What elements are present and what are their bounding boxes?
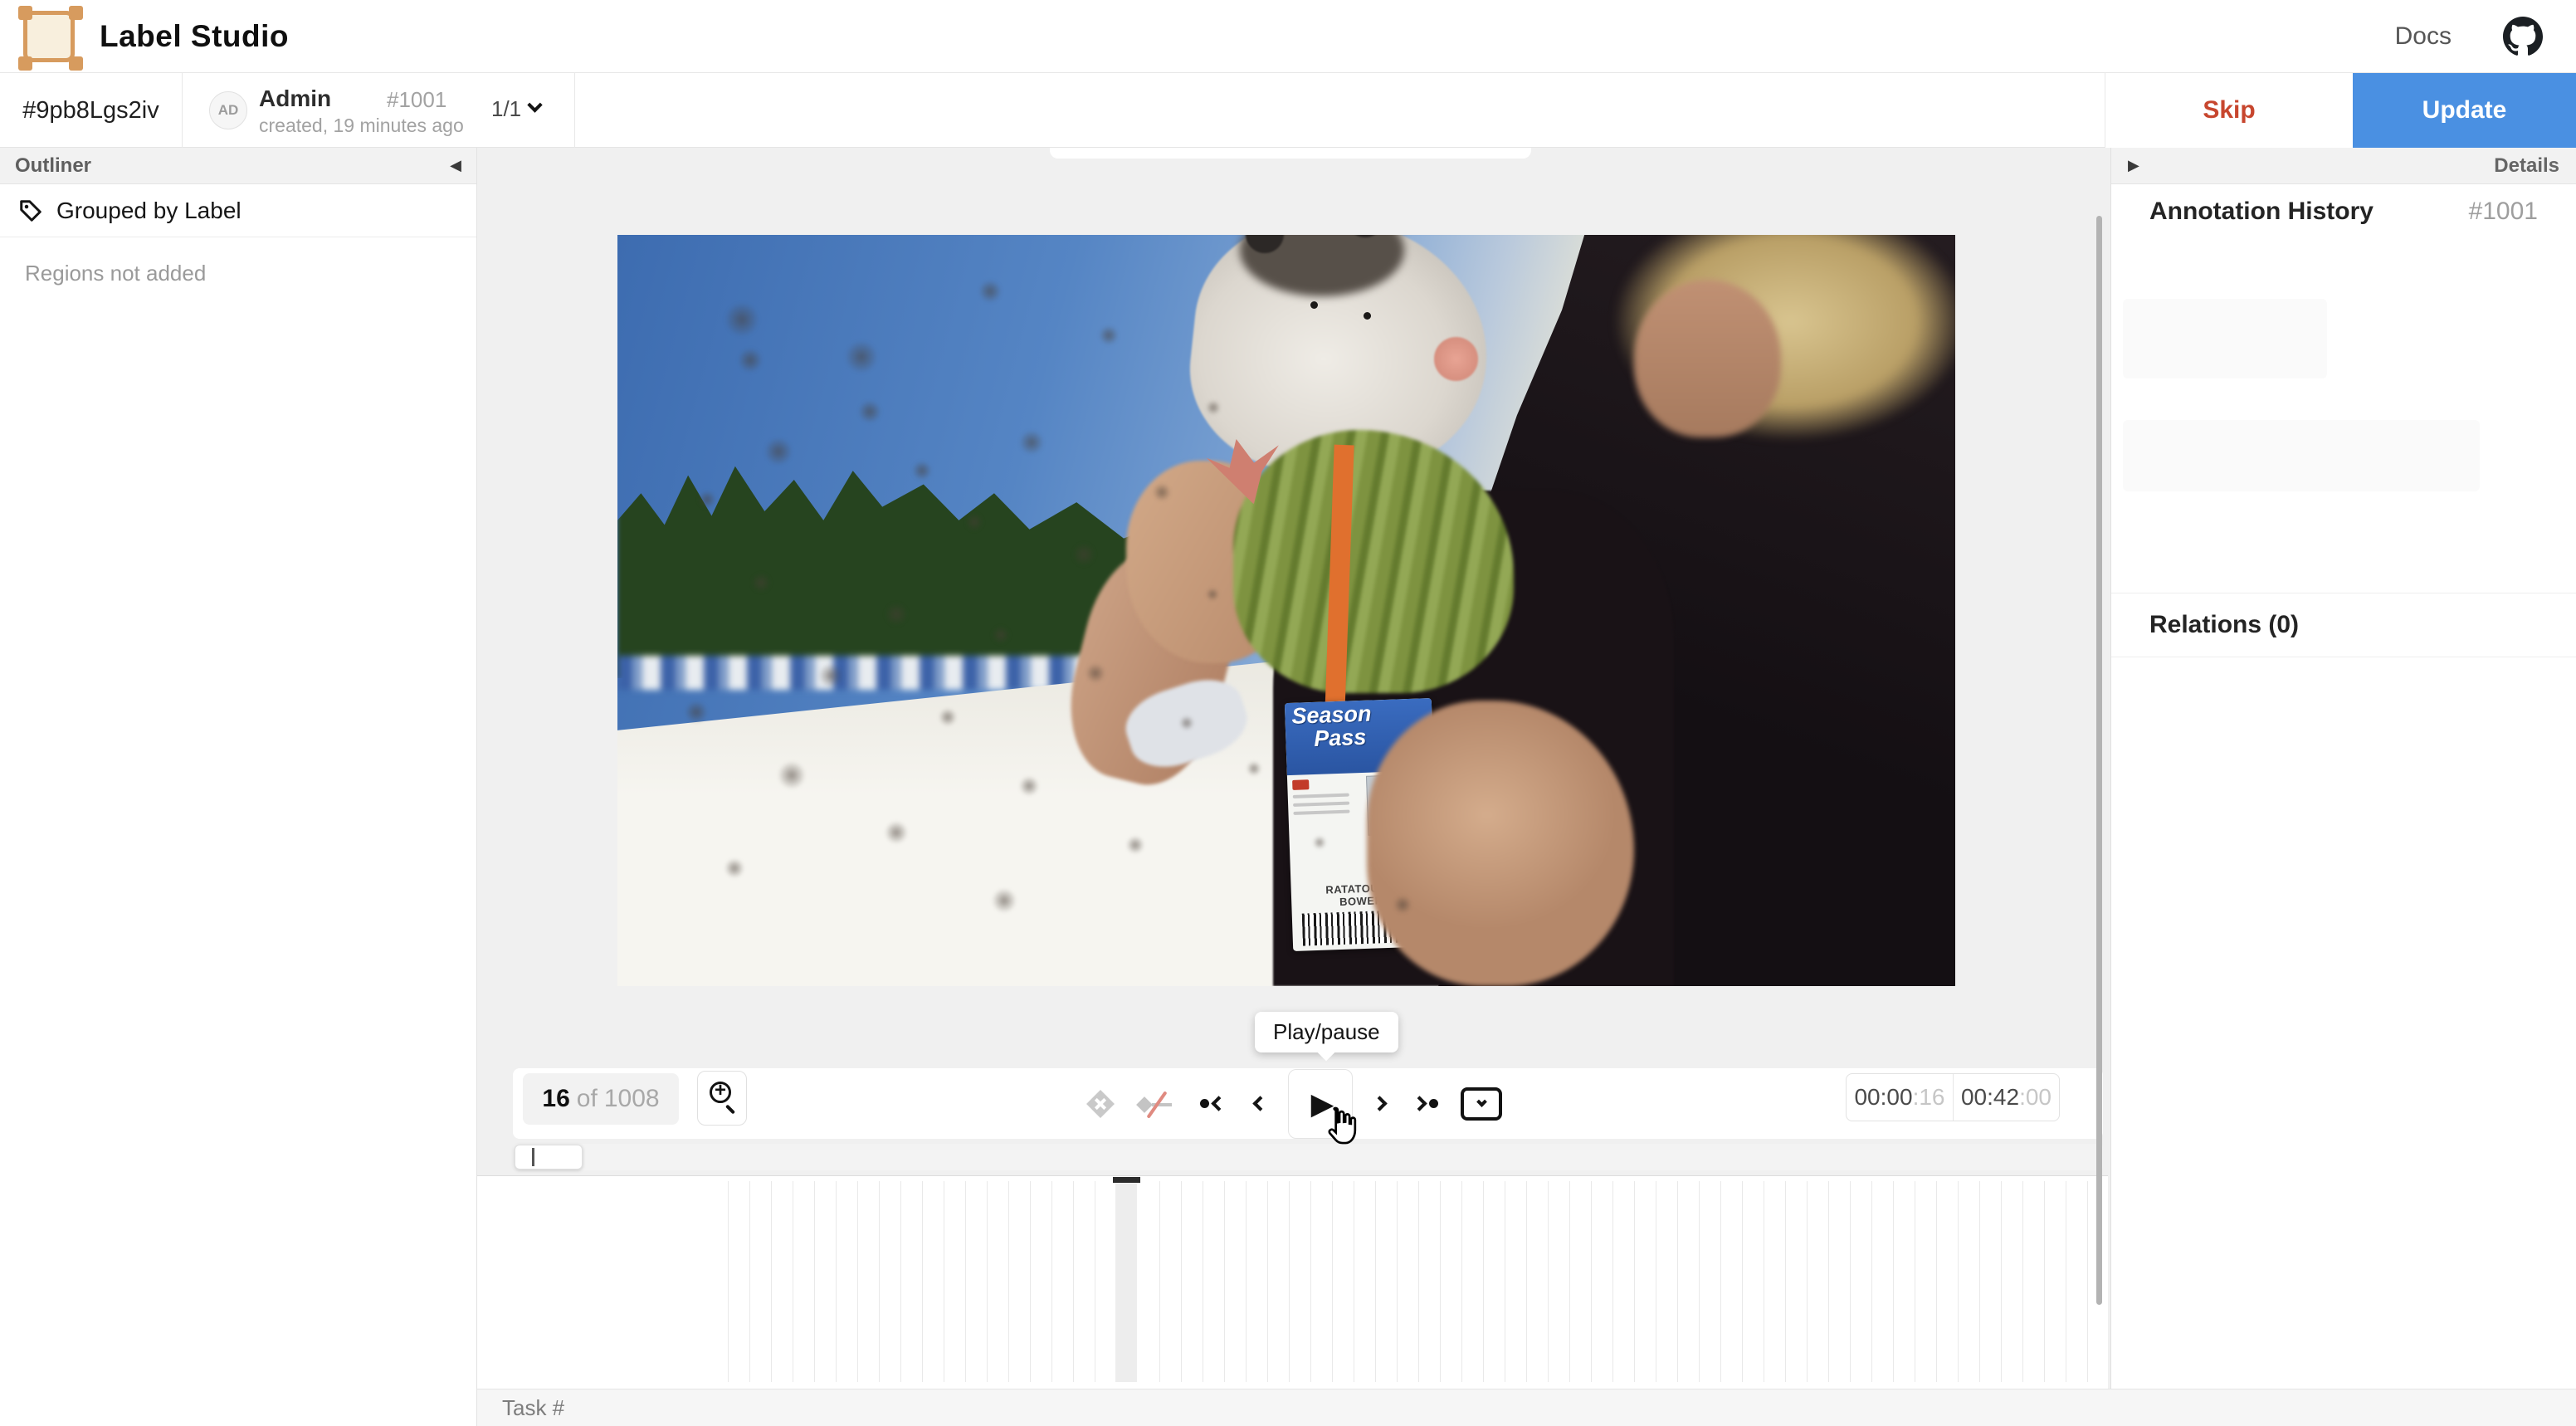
outliner-title: Outliner bbox=[15, 154, 91, 178]
keyframe-dot-icon bbox=[1200, 1099, 1209, 1108]
docs-link[interactable]: Docs bbox=[2395, 0, 2452, 73]
interpolation-icon bbox=[1135, 1087, 1178, 1121]
frame-counter[interactable]: 16 of 1008 bbox=[523, 1073, 679, 1125]
timeline-zoom-button[interactable] bbox=[697, 1071, 747, 1126]
annotation-history-number: #1001 bbox=[2469, 198, 2538, 226]
prev-keyframe-button[interactable] bbox=[1192, 1068, 1232, 1139]
collapse-panel-icon[interactable]: ◀ bbox=[450, 157, 461, 174]
history-skeleton-block bbox=[2123, 299, 2327, 378]
app-header: Label Studio Docs bbox=[0, 0, 2576, 73]
relations-section[interactable]: Relations (0) bbox=[2111, 593, 2576, 657]
time-duration: 00:42:00 bbox=[1953, 1074, 2059, 1121]
github-icon[interactable] bbox=[2503, 17, 2543, 56]
group-by-label-selector[interactable]: Grouped by Label bbox=[0, 184, 476, 237]
chevron-down-icon[interactable] bbox=[527, 97, 542, 112]
time-display: 00:00:16 00:42:00 bbox=[1846, 1073, 2060, 1121]
task-id[interactable]: #9pb8Lgs2iv bbox=[0, 73, 183, 148]
minimap-position-line bbox=[532, 1148, 534, 1166]
next-frame-button[interactable] bbox=[1363, 1068, 1396, 1139]
task-footer: Task # bbox=[477, 1389, 2576, 1426]
interpolation-button[interactable] bbox=[1134, 1068, 1180, 1139]
chevron-right-icon bbox=[1412, 1096, 1427, 1111]
chevron-right-icon bbox=[1372, 1096, 1387, 1111]
annotation-history-header: Annotation History #1001 bbox=[2111, 198, 2576, 226]
frame-total: 1008 bbox=[604, 1085, 660, 1113]
outliner-panel: Outliner ◀ Grouped by Label Regions not … bbox=[0, 148, 477, 1426]
time-position: 00:00:16 bbox=[1847, 1074, 1953, 1121]
frame-separator: of bbox=[577, 1085, 598, 1113]
annotation-selector[interactable]: AD Admin #1001 created, 19 minutes ago 1… bbox=[183, 73, 575, 148]
frame-current: 16 bbox=[542, 1085, 569, 1113]
task-label: Task # bbox=[502, 1395, 564, 1421]
vertical-scrollbar[interactable] bbox=[2096, 216, 2102, 1305]
group-by-label-text: Grouped by Label bbox=[56, 198, 242, 224]
annotation-topbar: #9pb8Lgs2iv AD Admin #1001 created, 19 m… bbox=[0, 73, 2576, 148]
regions-empty-message: Regions not added bbox=[25, 261, 206, 286]
avatar: AD bbox=[209, 91, 247, 129]
user-name: Admin bbox=[259, 85, 331, 112]
chevron-left-icon bbox=[1252, 1096, 1267, 1111]
keyframe-dot-icon bbox=[1429, 1099, 1438, 1108]
add-keyframe-icon bbox=[1086, 1090, 1115, 1118]
outliner-header: Outliner ◀ bbox=[0, 148, 476, 184]
play-icon: ▶ bbox=[1311, 1087, 1334, 1121]
label-studio-app: Label Studio Docs #9pb8Lgs2iv AD Admin #… bbox=[0, 0, 2576, 1426]
current-frame-column bbox=[1115, 1184, 1137, 1382]
update-button[interactable]: Update bbox=[2353, 73, 2576, 148]
timeline-minimap-handle[interactable] bbox=[515, 1145, 583, 1170]
current-frame-marker[interactable] bbox=[1113, 1177, 1140, 1183]
annotation-history-title: Annotation History bbox=[2149, 198, 2374, 226]
timeline-minimap-track[interactable] bbox=[513, 1144, 2103, 1170]
label-studio-logo-icon[interactable] bbox=[23, 11, 75, 62]
timeline-ruler[interactable] bbox=[477, 1175, 2108, 1389]
timeline-minimize-button[interactable] bbox=[1457, 1068, 1505, 1139]
details-title: Details bbox=[2494, 154, 2559, 178]
play-pause-tooltip: Play/pause bbox=[1255, 1012, 1398, 1052]
annotation-pagination: 1/1 bbox=[491, 96, 521, 122]
add-keyframe-button[interactable] bbox=[1082, 1068, 1119, 1139]
scrolled-panel-remnant bbox=[1050, 148, 1531, 159]
prev-frame-button[interactable] bbox=[1243, 1068, 1276, 1139]
tag-icon bbox=[18, 198, 43, 223]
relations-title: Relations (0) bbox=[2149, 611, 2299, 639]
skip-button[interactable]: Skip bbox=[2105, 73, 2353, 148]
chevron-left-icon bbox=[1211, 1096, 1226, 1111]
timeline-minimize-icon bbox=[1461, 1087, 1502, 1121]
details-header: ▶ Details bbox=[2111, 148, 2576, 184]
play-pause-button[interactable]: ▶ bbox=[1288, 1069, 1353, 1139]
zoom-in-icon bbox=[710, 1082, 731, 1103]
next-keyframe-button[interactable] bbox=[1406, 1068, 1446, 1139]
history-skeleton-block bbox=[2123, 420, 2480, 491]
annotation-number: #1001 bbox=[387, 87, 446, 113]
expand-panel-icon[interactable]: ▶ bbox=[2128, 157, 2139, 174]
details-panel: ▶ Details Annotation History #1001 Relat… bbox=[2111, 148, 2576, 1389]
app-title: Label Studio bbox=[100, 0, 289, 73]
video-frame[interactable]: Season Pass RATATOUILLE BOWERS bbox=[617, 235, 1955, 986]
video-face bbox=[1634, 280, 1781, 437]
created-timestamp: created, 19 minutes ago bbox=[259, 115, 464, 137]
